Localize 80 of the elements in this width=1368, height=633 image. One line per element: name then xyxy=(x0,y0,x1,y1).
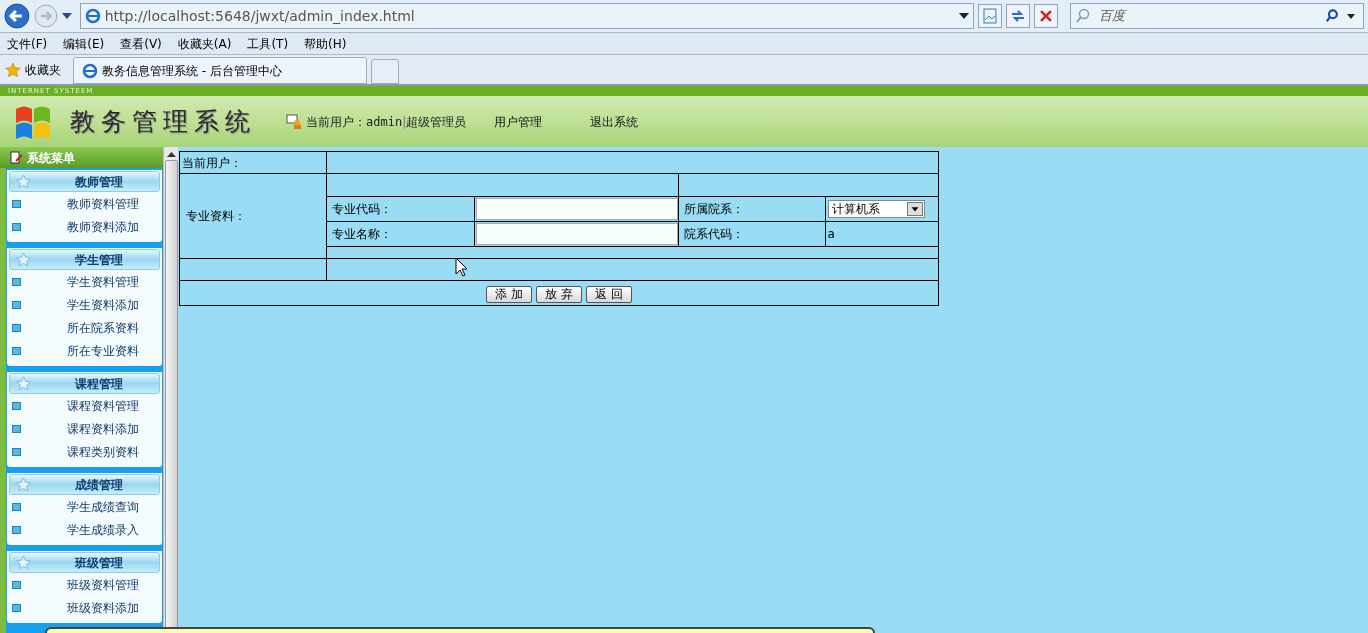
table-cell: 当前用户： xyxy=(179,151,327,174)
menu-link[interactable]: 班级资料管理 xyxy=(67,575,139,594)
system-title: 教务管理系统 xyxy=(70,105,256,138)
star-icon xyxy=(5,61,21,78)
menu-link[interactable]: 学生成绩录入 xyxy=(67,520,139,539)
table-cell: a xyxy=(825,221,938,246)
menu-item[interactable]: 查看(V) xyxy=(120,34,162,53)
field-label: 专业名称： xyxy=(327,221,474,246)
menu-item[interactable]: 帮助(H) xyxy=(304,34,347,53)
edit-icon xyxy=(10,151,23,164)
browser-tab[interactable]: 教务信息管理系统 - 后台管理中心 xyxy=(73,57,367,84)
bullet-icon xyxy=(12,447,21,456)
field-label: 院系代码： xyxy=(678,221,825,246)
bullet-icon xyxy=(12,277,21,286)
form-button[interactable]: 放 弃 xyxy=(536,286,582,303)
menu-link[interactable]: 课程类别资料 xyxy=(67,442,139,461)
bullet-icon xyxy=(12,525,21,534)
bullet-icon xyxy=(12,222,21,231)
bullet-icon xyxy=(12,199,21,208)
page-icon xyxy=(82,62,98,79)
field-label: 专业代码： xyxy=(327,196,474,221)
refresh-icon[interactable] xyxy=(1005,4,1030,28)
search-icon[interactable] xyxy=(1325,9,1339,23)
star-icon xyxy=(16,477,31,492)
star-icon xyxy=(16,555,31,570)
address-field[interactable]: http://localhost:5648/jwxt/admin_index.html xyxy=(79,3,975,29)
text-input[interactable] xyxy=(475,197,678,220)
search-icon xyxy=(1074,8,1091,24)
menu-group-header[interactable]: 班级管理 xyxy=(9,552,160,573)
menu-item[interactable]: 工具(T) xyxy=(247,34,289,53)
bullet-icon xyxy=(12,502,21,511)
menu-item[interactable]: 编辑(E) xyxy=(63,34,105,53)
compatibility-icon[interactable] xyxy=(978,4,1002,28)
menu-item[interactable]: 文件(F) xyxy=(7,34,48,53)
nav-link[interactable]: 退出系统 xyxy=(590,112,639,131)
form-button[interactable]: 返 回 xyxy=(585,286,632,303)
star-icon xyxy=(16,376,31,391)
dropdown-icon[interactable] xyxy=(61,13,72,19)
menu-link[interactable]: 班级资料添加 xyxy=(67,598,139,617)
table-cell: 专业资料： xyxy=(179,173,327,259)
current-user-text: 当前用户：admin|超级管理员 xyxy=(306,113,467,131)
scroll-up-icon[interactable] xyxy=(166,152,176,157)
bullet-icon xyxy=(12,424,21,433)
search-field[interactable]: 百度 xyxy=(1069,3,1364,29)
menu-group-header[interactable]: 成绩管理 xyxy=(9,474,160,495)
sidebar-title: 系统菜单 xyxy=(0,147,163,168)
menu-link[interactable]: 课程资料添加 xyxy=(67,419,139,438)
menu-group-header[interactable]: 课程管理 xyxy=(9,373,160,394)
form-button[interactable]: 添 加 xyxy=(486,286,533,303)
dropdown-select[interactable]: 计算机系 xyxy=(827,199,925,218)
menu-link[interactable]: 学生资料管理 xyxy=(67,272,139,291)
text-input[interactable] xyxy=(475,222,678,245)
menu-group-header[interactable]: 教师管理 xyxy=(9,171,160,192)
star-icon xyxy=(16,252,31,267)
bullet-icon xyxy=(12,401,21,410)
back-icon[interactable] xyxy=(4,3,30,29)
dropdown-icon[interactable] xyxy=(1347,13,1355,19)
nav-link[interactable]: 用户管理 xyxy=(494,112,543,131)
menu-link[interactable]: 学生资料添加 xyxy=(67,295,139,314)
menu-link[interactable]: 课程资料管理 xyxy=(67,396,139,415)
page-icon xyxy=(84,8,101,24)
bullet-icon xyxy=(12,580,21,589)
bullet-icon xyxy=(12,346,21,355)
bullet-icon xyxy=(12,300,21,309)
menu-link[interactable]: 学生成绩查询 xyxy=(67,497,139,516)
close-icon[interactable] xyxy=(1033,4,1058,28)
field-label: 所属院系： xyxy=(678,196,825,221)
menu-group-header[interactable]: 学生管理 xyxy=(9,249,160,270)
menu-item[interactable]: 收藏夹(A) xyxy=(177,34,232,53)
dropdown-icon[interactable] xyxy=(959,13,970,19)
favorites-button[interactable]: 收藏夹 xyxy=(5,60,61,79)
caret-icon xyxy=(906,201,923,216)
bullet-icon xyxy=(12,323,21,332)
star-icon xyxy=(16,174,31,189)
menu-link[interactable]: 教师资料管理 xyxy=(67,194,139,213)
menu-link[interactable]: 所在院系资料 xyxy=(67,318,139,337)
menu-link[interactable]: 教师资料添加 xyxy=(67,217,139,236)
menu-link[interactable]: 所在专业资料 xyxy=(67,341,139,360)
user-icon xyxy=(286,113,302,130)
bullet-icon xyxy=(12,603,21,612)
